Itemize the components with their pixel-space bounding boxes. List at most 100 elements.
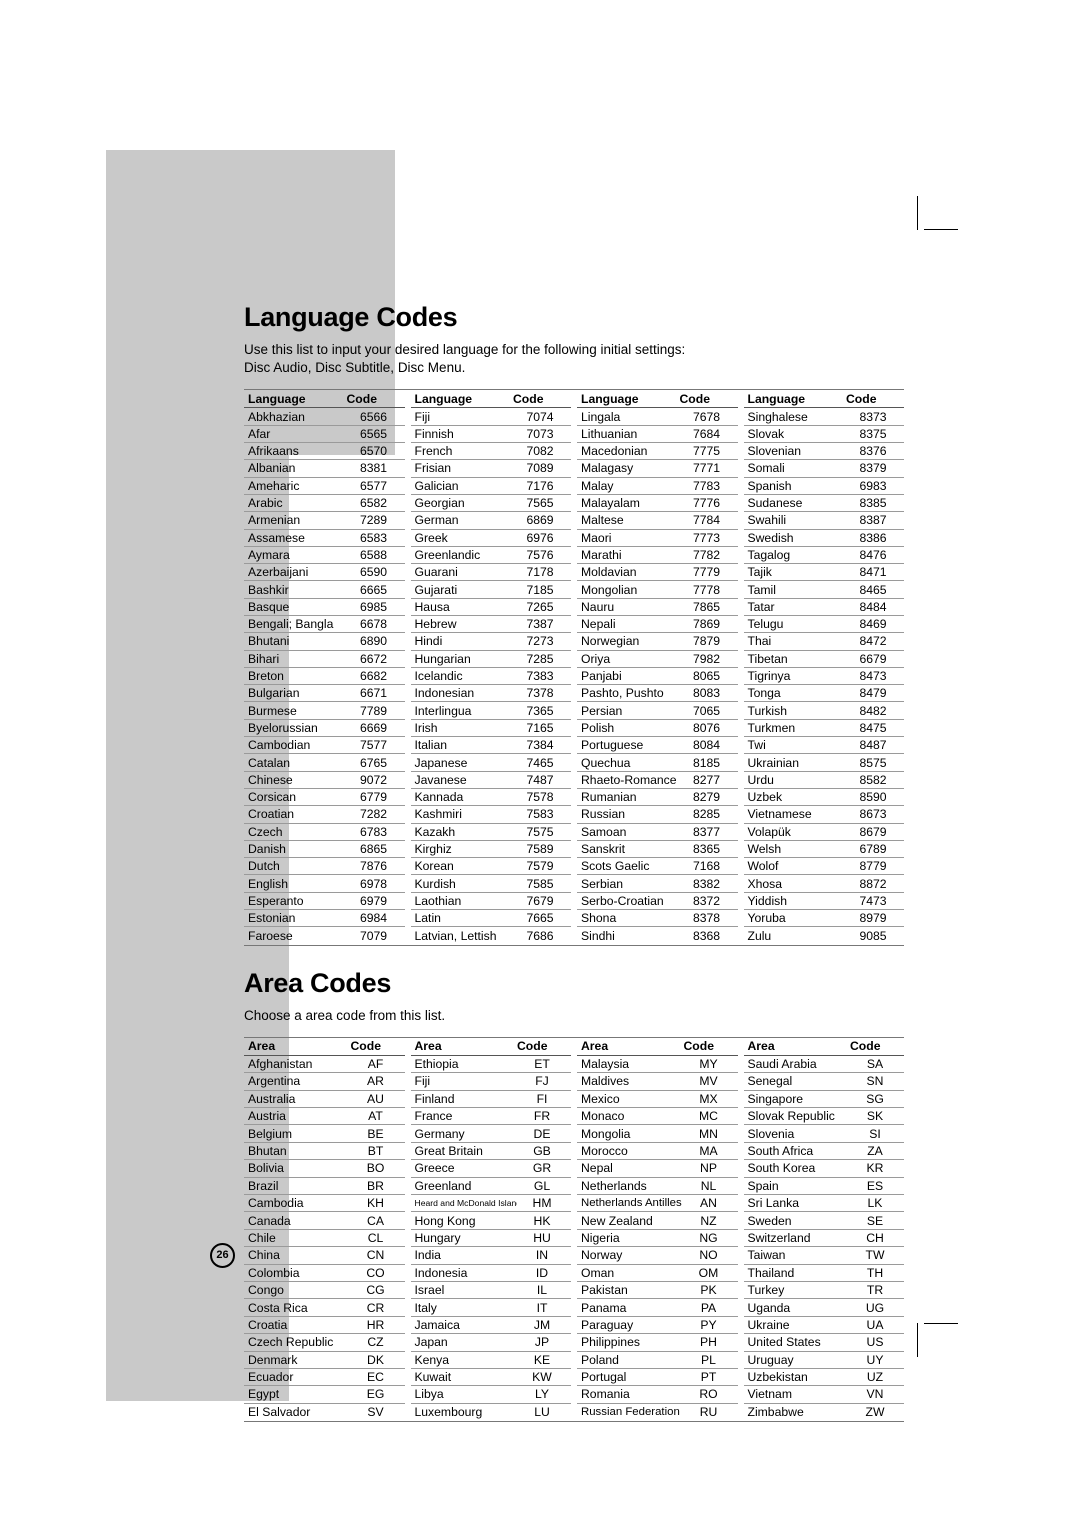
language-name-cell: Samoan xyxy=(581,824,627,839)
area-name-cell: Zimbabwe xyxy=(747,1405,804,1420)
language-code-cell: 7473 xyxy=(859,893,887,908)
language-code-cell: 6590 xyxy=(359,565,388,580)
table-row: Finnish 7073 xyxy=(410,426,571,444)
area-code-cell: SA xyxy=(866,1057,884,1072)
area-code-cell: KE xyxy=(533,1352,551,1367)
area-name-cell: Portugal xyxy=(581,1370,627,1385)
area-name-cell: Japan xyxy=(414,1335,448,1350)
area-name-cell: Taiwan xyxy=(747,1248,786,1263)
table-row: Kenya KE xyxy=(410,1352,571,1369)
table-row: Serbian 8382 xyxy=(577,875,738,893)
area-name-cell: South Africa xyxy=(747,1144,814,1158)
language-code-cell: 6779 xyxy=(359,790,388,805)
area-name-cell: Romania xyxy=(581,1387,630,1402)
language-code-cell: 7576 xyxy=(526,547,554,562)
language-name-cell: Kashmiri xyxy=(414,807,462,822)
area-name-cell: Finland xyxy=(414,1091,455,1106)
language-name-cell: Nauru xyxy=(581,599,615,614)
language-name-cell: Turkmen xyxy=(747,720,796,735)
table-row: Monaco MC xyxy=(577,1108,738,1126)
language-name-cell: Azerbaijani xyxy=(248,565,309,580)
table-row: Russian 8285 xyxy=(577,806,738,824)
language-name-cell: Slovak xyxy=(747,426,785,441)
language-code-cell: 8465 xyxy=(859,582,887,597)
area-code-cell: HM xyxy=(532,1196,552,1211)
language-code-cell: 7168 xyxy=(692,859,721,874)
language-code-cell: 8378 xyxy=(692,911,721,926)
language-name-cell: Danish xyxy=(248,842,286,856)
table-row: Vietnamese 8673 xyxy=(743,806,904,824)
language-code-cell: 6865 xyxy=(359,842,388,856)
area-name-cell: Greenland xyxy=(414,1178,472,1193)
table-row: Bihari 6672 xyxy=(244,651,405,668)
area-header-name: Area xyxy=(248,1039,276,1054)
language-code-cell: 7384 xyxy=(526,738,554,753)
table-row: Cambodian 7577 xyxy=(244,737,405,755)
language-code-cell: 7678 xyxy=(692,409,721,424)
table-row: Kurdish 7585 xyxy=(410,875,571,893)
area-code-cell: UG xyxy=(865,1300,885,1315)
table-row: Hindi 7273 xyxy=(410,633,571,651)
language-name-cell: Bashkir xyxy=(248,582,289,597)
area-code-cell: KH xyxy=(367,1196,384,1211)
area-name-cell: Nigeria xyxy=(581,1230,620,1245)
language-name-cell: German xyxy=(414,513,459,528)
language-code-cell: 6565 xyxy=(359,426,388,441)
area-code-cell: UY xyxy=(866,1352,884,1367)
language-name-cell: Nepali xyxy=(581,617,616,632)
table-row: Libya LY xyxy=(410,1386,571,1404)
language-name-cell: Hebrew xyxy=(414,617,457,632)
language-code-cell: 8368 xyxy=(692,928,721,943)
language-code-cell: 8476 xyxy=(859,547,887,562)
language-name-cell: Lithuanian xyxy=(581,426,638,441)
language-code-cell: 6984 xyxy=(359,911,388,926)
area-name-cell: Croatia xyxy=(248,1317,288,1332)
table-row: South Africa ZA xyxy=(743,1143,904,1161)
language-name-cell: Icelandic xyxy=(414,669,463,684)
area-code-cell: MV xyxy=(699,1074,718,1089)
language-code-cell: 8279 xyxy=(692,790,721,805)
area-name-cell: Malaysia xyxy=(581,1057,630,1072)
area-name-cell: China xyxy=(248,1248,280,1263)
table-row: Bulgarian 6671 xyxy=(244,685,405,703)
table-row: Kuwait KW xyxy=(410,1369,571,1387)
language-name-cell: Tamil xyxy=(747,582,776,597)
table-row: Heard and McDonald Islands HM xyxy=(410,1195,571,1213)
language-column: Language Code Fiji 7074 Finnish 7073 French 708… xyxy=(410,390,571,944)
table-row: Burmese 7789 xyxy=(244,702,405,720)
language-code-cell: 7185 xyxy=(526,582,554,597)
table-row: Morocco MA xyxy=(577,1143,738,1161)
table-row: Slovak 8375 xyxy=(743,426,904,444)
table-row: Pakistan PK xyxy=(577,1282,738,1300)
area-code-cell: BO xyxy=(366,1161,385,1176)
language-code-cell: 7565 xyxy=(526,496,554,511)
area-name-cell: France xyxy=(414,1109,453,1124)
area-code-cell: SN xyxy=(866,1074,884,1089)
language-column: Language Code Singhalese 8373 Slovak 8375 Slov… xyxy=(743,390,904,944)
area-name-cell: Mexico xyxy=(581,1091,620,1106)
table-row: Colombia CO xyxy=(244,1265,405,1282)
table-row: Chinese 9072 xyxy=(244,772,405,789)
table-row: Indonesia ID xyxy=(410,1265,571,1282)
area-code-cell: AT xyxy=(368,1109,383,1124)
area-code-cell: RO xyxy=(699,1387,718,1402)
table-row: Panjabi 8065 xyxy=(577,668,738,686)
language-code-cell: 7665 xyxy=(526,911,554,926)
area-code-cell: SG xyxy=(866,1091,884,1106)
table-row: Norway NO xyxy=(577,1247,738,1265)
language-code-cell: 7065 xyxy=(692,703,721,718)
language-name-cell: Greek xyxy=(414,530,448,545)
language-code-cell: 7178 xyxy=(526,565,554,580)
table-row: Taiwan TW xyxy=(743,1247,904,1265)
language-name-cell: Spanish xyxy=(747,478,792,493)
table-row: Maori 7773 xyxy=(577,530,738,547)
area-name-cell: Congo xyxy=(248,1283,284,1298)
language-name-cell: Uzbek xyxy=(747,790,783,805)
language-code-cell: 8375 xyxy=(859,426,887,441)
table-row: Esperanto 6979 xyxy=(244,893,405,911)
table-row: Ameharic 6577 xyxy=(244,478,405,495)
area-code-cell: SE xyxy=(866,1213,884,1228)
language-code-cell: 8475 xyxy=(859,720,887,735)
language-code-cell: 7487 xyxy=(526,772,554,787)
area-header-code: Code xyxy=(683,1039,714,1054)
